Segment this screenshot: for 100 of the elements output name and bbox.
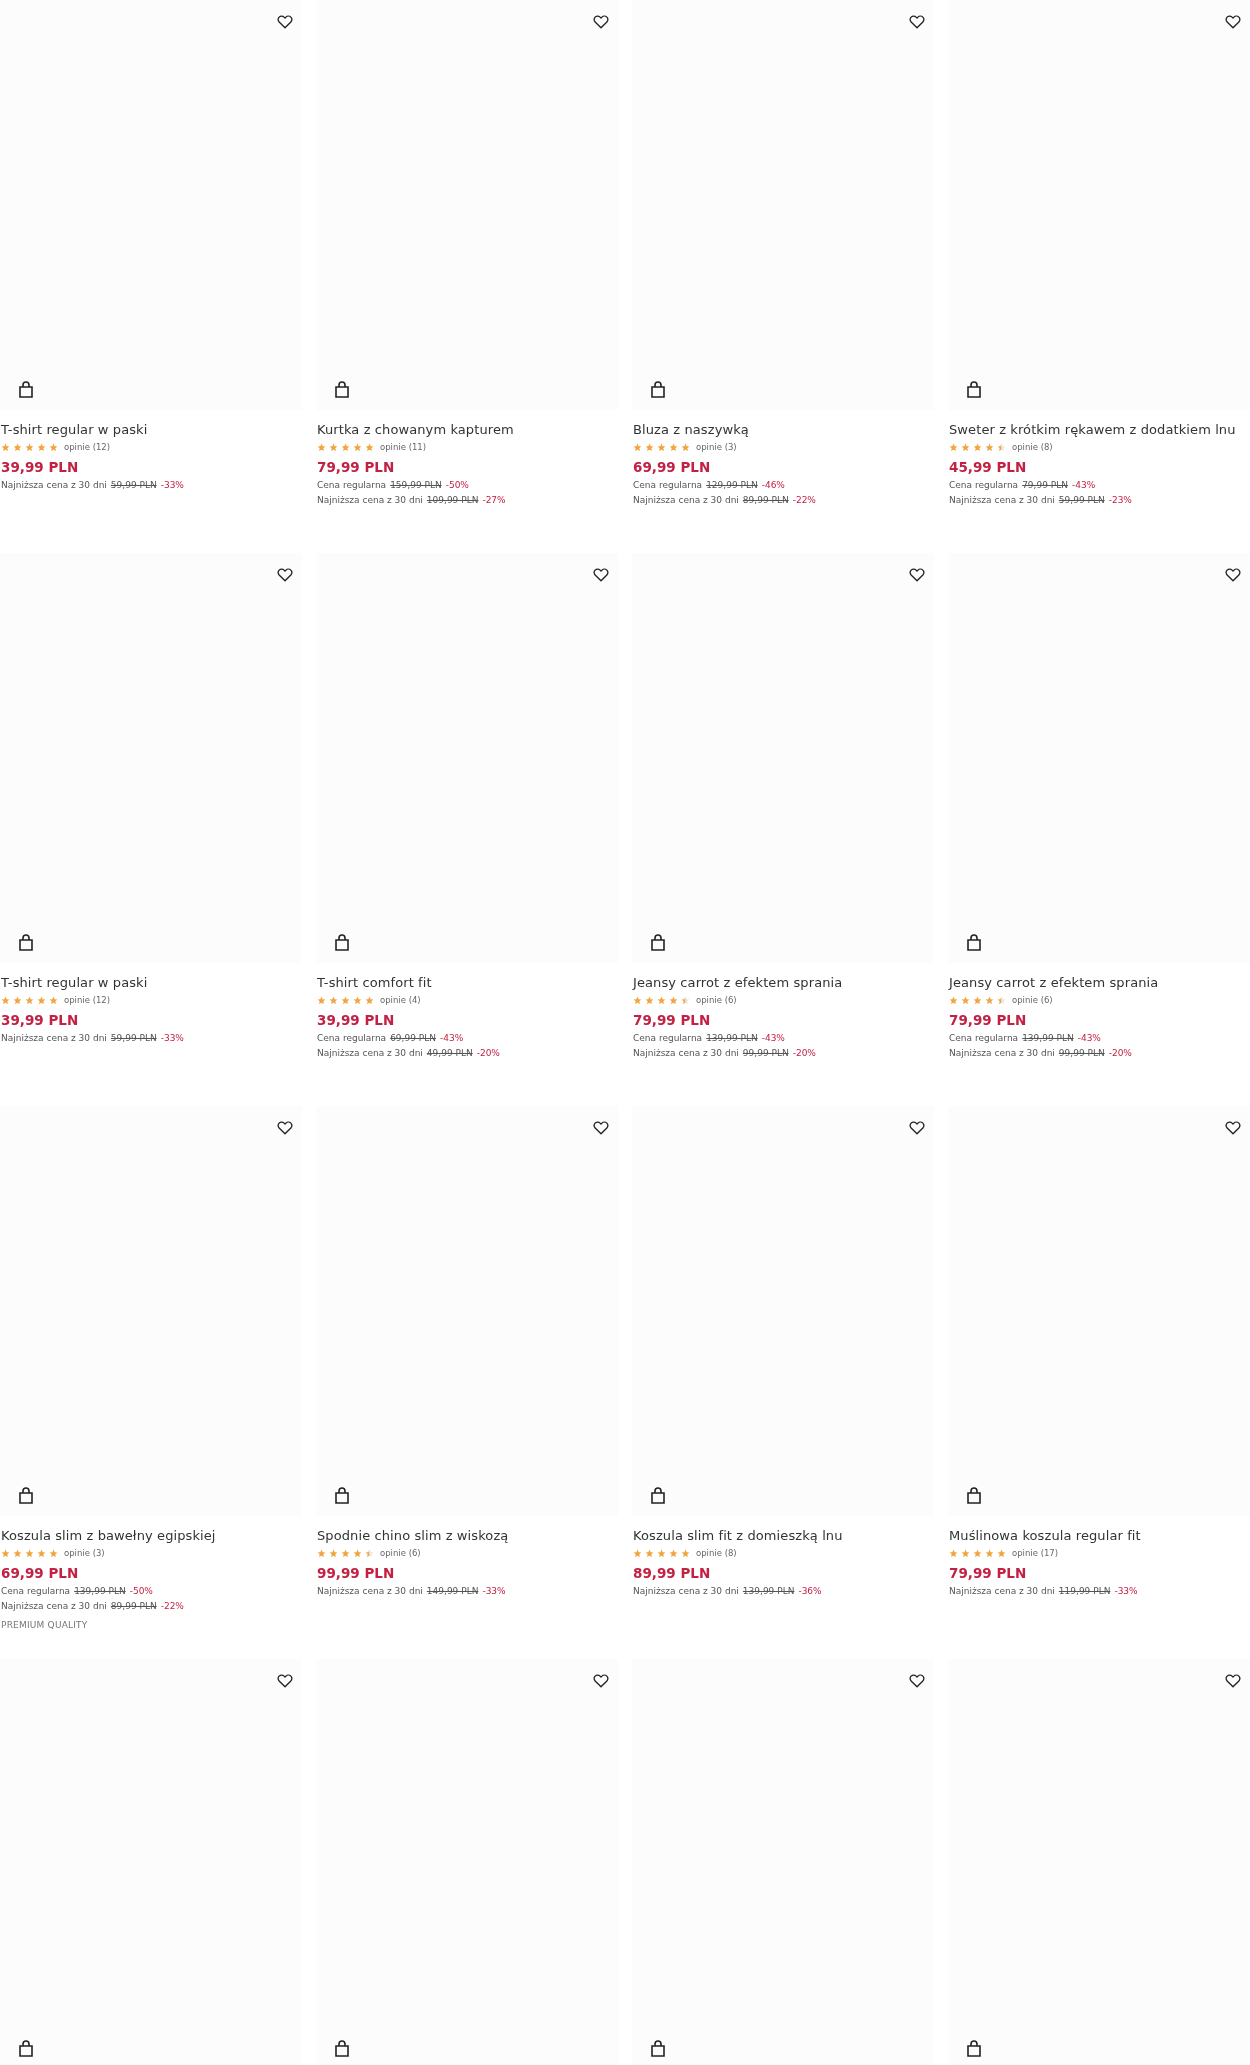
wishlist-button[interactable]	[908, 1671, 926, 1689]
discount-percent: -22%	[792, 495, 816, 505]
star-icon	[1, 1548, 10, 1558]
heart-icon	[593, 1672, 609, 1688]
star-icon	[633, 1548, 642, 1558]
product-title[interactable]: Jeansy carrot z efektem sprania	[949, 975, 1249, 990]
half-star-icon	[997, 442, 1006, 452]
wishlist-button[interactable]	[592, 1118, 610, 1136]
discount-percent: -20%	[1108, 1048, 1132, 1058]
add-to-cart-button[interactable]	[965, 1486, 983, 1504]
product-price: 39,99 PLN	[1, 459, 80, 475]
half-star-icon	[681, 995, 690, 1005]
product-title[interactable]: Jeansy carrot z efektem sprania	[633, 975, 933, 990]
wishlist-button[interactable]	[276, 1118, 294, 1136]
review-count[interactable]: opinie (3)	[696, 442, 737, 452]
star-icon	[949, 995, 958, 1005]
discount-percent: -33%	[160, 1033, 184, 1043]
product-title[interactable]: T-shirt comfort fit	[317, 975, 617, 990]
product-title[interactable]: Sweter z krótkim rękawem z dodatkiem lnu	[949, 422, 1249, 437]
review-count[interactable]: opinie (3)	[64, 1548, 105, 1558]
shopping-bag-icon	[19, 2039, 33, 2057]
star-icon	[633, 442, 642, 452]
review-count[interactable]: opinie (17)	[1012, 1548, 1059, 1558]
review-count[interactable]: opinie (12)	[64, 442, 111, 452]
add-to-cart-button[interactable]	[965, 2039, 983, 2057]
price-label: Najniższa cena z 30 dni	[317, 1048, 423, 1058]
star-icon	[341, 1548, 350, 1558]
wishlist-button[interactable]	[908, 565, 926, 583]
product-title[interactable]: Koszula slim z bawełny egipskiej	[1, 1528, 301, 1543]
heart-icon	[277, 1672, 293, 1688]
wishlist-button[interactable]	[1224, 1671, 1242, 1689]
wishlist-button[interactable]	[276, 1671, 294, 1689]
wishlist-button[interactable]	[1224, 12, 1242, 30]
wishlist-button[interactable]	[592, 1671, 610, 1689]
add-to-cart-button[interactable]	[17, 380, 35, 398]
price-label: Cena regularna	[949, 480, 1019, 490]
shopping-bag-icon	[967, 1486, 981, 1504]
wishlist-button[interactable]	[276, 12, 294, 30]
heart-icon	[909, 1672, 925, 1688]
star-icon	[341, 442, 350, 452]
review-count[interactable]: opinie (6)	[380, 1548, 421, 1558]
price-label: Cena regularna	[949, 1033, 1019, 1043]
shopping-bag-icon	[19, 380, 33, 398]
shopping-bag-icon	[651, 2039, 665, 2057]
product-title[interactable]: T-shirt regular w paski	[1, 422, 301, 437]
shopping-bag-icon	[967, 2039, 981, 2057]
wishlist-button[interactable]	[908, 1118, 926, 1136]
wishlist-button[interactable]	[592, 565, 610, 583]
add-to-cart-button[interactable]	[649, 933, 667, 951]
review-count[interactable]: opinie (8)	[1012, 442, 1053, 452]
review-count[interactable]: opinie (12)	[64, 995, 111, 1005]
product-title[interactable]: Koszula slim fit z domieszką lnu	[633, 1528, 933, 1543]
star-icon	[985, 442, 994, 452]
price-label: Najniższa cena z 30 dni	[633, 1048, 739, 1058]
star-icon	[49, 1548, 58, 1558]
add-to-cart-button[interactable]	[17, 933, 35, 951]
product-title[interactable]: T-shirt regular w paski	[1, 975, 301, 990]
shopping-bag-icon	[651, 1486, 665, 1504]
old-price: 99,99 PLN	[1058, 1048, 1105, 1058]
add-to-cart-button[interactable]	[649, 1486, 667, 1504]
wishlist-button[interactable]	[276, 565, 294, 583]
add-to-cart-button[interactable]	[17, 1486, 35, 1504]
add-to-cart-button[interactable]	[333, 933, 351, 951]
shopping-bag-icon	[967, 380, 981, 398]
wishlist-button[interactable]	[1224, 1118, 1242, 1136]
review-count[interactable]: opinie (11)	[380, 442, 427, 452]
add-to-cart-button[interactable]	[649, 2039, 667, 2057]
product-title[interactable]: Muślinowa koszula regular fit	[949, 1528, 1249, 1543]
old-price: 59,99 PLN	[110, 1033, 157, 1043]
price-label: Najniższa cena z 30 dni	[1, 1601, 107, 1611]
add-to-cart-button[interactable]	[965, 933, 983, 951]
old-price: 139,99 PLN	[742, 1586, 795, 1596]
old-price: 159,99 PLN	[390, 480, 442, 490]
wishlist-button[interactable]	[592, 12, 610, 30]
add-to-cart-button[interactable]	[965, 380, 983, 398]
review-count[interactable]: opinie (4)	[380, 995, 421, 1005]
product-title[interactable]: Spodnie chino slim z wiskozą	[317, 1528, 617, 1543]
add-to-cart-button[interactable]	[649, 380, 667, 398]
product-title[interactable]: Bluza z naszywką	[633, 422, 933, 437]
review-count[interactable]: opinie (6)	[1012, 995, 1053, 1005]
product-title[interactable]: Kurtka z chowanym kapturem	[317, 422, 617, 437]
heart-icon	[277, 13, 293, 29]
add-to-cart-button[interactable]	[333, 1486, 351, 1504]
wishlist-button[interactable]	[1224, 565, 1242, 583]
star-icon	[353, 1548, 362, 1558]
star-icon	[49, 995, 58, 1005]
old-price: 79,99 PLN	[1022, 480, 1068, 490]
shopping-bag-icon	[967, 933, 981, 951]
add-to-cart-button[interactable]	[333, 2039, 351, 2057]
product-price: 99,99 PLN	[317, 1565, 396, 1581]
add-to-cart-button[interactable]	[333, 380, 351, 398]
review-count[interactable]: opinie (6)	[696, 995, 737, 1005]
review-count[interactable]: opinie (8)	[696, 1548, 737, 1558]
heart-icon	[909, 13, 925, 29]
shopping-bag-icon	[19, 1486, 33, 1504]
add-to-cart-button[interactable]	[17, 2039, 35, 2057]
discount-percent: -27%	[482, 495, 506, 505]
star-icon	[681, 1548, 690, 1558]
star-icon	[317, 1548, 326, 1558]
wishlist-button[interactable]	[908, 12, 926, 30]
